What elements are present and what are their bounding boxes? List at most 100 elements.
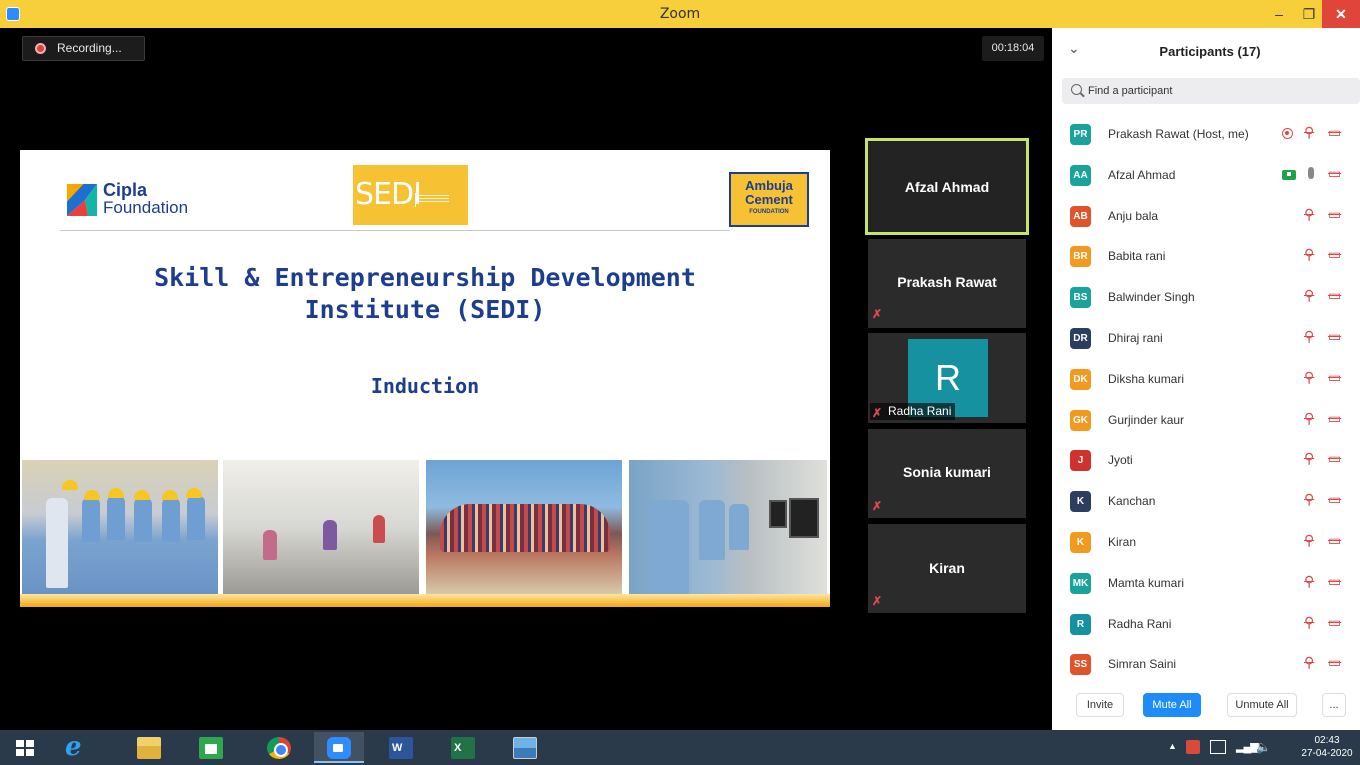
video-tile-name: Kiran (929, 560, 965, 576)
recording-indicator[interactable]: Recording... (22, 36, 145, 61)
cipla-foundation-logo: Cipla Foundation (67, 180, 217, 220)
camera-off-icon[interactable]: ▭ (1328, 491, 1341, 508)
camera-off-icon[interactable]: ▭ (1328, 654, 1341, 671)
muted-mic-icon[interactable]: ⚲ (1304, 287, 1314, 304)
participant-row[interactable]: AA Afzal Ahmad ▭ (1052, 154, 1360, 194)
maximize-button[interactable]: ❐ (1294, 0, 1324, 28)
participant-search[interactable] (1062, 78, 1360, 104)
taskbar-chrome[interactable] (254, 732, 304, 763)
camera-off-icon[interactable]: ▭ (1328, 369, 1341, 386)
muted-mic-icon[interactable]: ⚲ (1304, 491, 1314, 508)
taskbar-photos[interactable] (500, 732, 550, 763)
video-tile[interactable]: Kiran ✗ (868, 524, 1026, 613)
participant-search-input[interactable] (1088, 82, 1348, 100)
camera-off-icon[interactable]: ▭ (1328, 165, 1341, 182)
word-icon: W (389, 737, 413, 759)
start-button[interactable] (6, 732, 46, 763)
taskbar-word[interactable]: W (376, 732, 426, 763)
action-center-flag-icon[interactable] (1186, 740, 1200, 754)
participant-row[interactable]: BR Babita rani ⚲ ▭ (1052, 235, 1360, 275)
participant-name: Gurjinder kaur (1108, 412, 1185, 427)
more-options-button[interactable]: ... (1322, 693, 1346, 717)
muted-mic-icon[interactable]: ⚲ (1304, 369, 1314, 386)
video-tile[interactable]: Afzal Ahmad (865, 138, 1029, 235)
participant-name: Balwinder Singh (1108, 290, 1195, 305)
photos-icon (513, 737, 537, 759)
ambuja-logo-line3: FOUNDATION (749, 209, 789, 215)
taskbar-clock[interactable]: 02:43 27-04-2020 (1294, 734, 1360, 760)
taskbar-zoom[interactable] (314, 732, 364, 763)
participant-name: Kanchan (1108, 494, 1156, 509)
avatar: DK (1070, 368, 1091, 390)
taskbar-store[interactable] (186, 732, 236, 763)
tray-expand-icon[interactable]: ▲ (1168, 741, 1177, 751)
participants-footer: Invite Mute All Unmute All ... (1052, 690, 1360, 730)
search-icon (1071, 84, 1082, 95)
participant-row[interactable]: K Kiran ⚲ ▭ (1052, 521, 1360, 561)
participant-row[interactable]: DK Diksha kumari ⚲ ▭ (1052, 358, 1360, 398)
taskbar-excel[interactable]: X (438, 732, 488, 763)
signal-icon[interactable]: ▂▄▆ (1236, 740, 1259, 753)
video-tile[interactable]: Sonia kumari ✗ (868, 429, 1026, 518)
muted-mic-icon[interactable]: ⚲ (1304, 614, 1314, 631)
network-icon[interactable] (1210, 740, 1226, 754)
photo-workshop-helmets (22, 460, 218, 594)
folder-icon (137, 737, 161, 759)
participant-row[interactable]: BS Balwinder Singh ⚲ ▭ (1052, 276, 1360, 316)
internet-explorer-icon: e (65, 732, 82, 762)
unmute-all-button[interactable]: Unmute All (1227, 693, 1297, 717)
invite-button[interactable]: Invite (1076, 693, 1124, 717)
participant-name: Mamta kumari (1108, 575, 1185, 590)
muted-mic-icon[interactable]: ⚲ (1304, 410, 1314, 427)
avatar: DR (1070, 328, 1091, 349)
camera-off-icon[interactable]: ▭ (1328, 410, 1341, 427)
taskbar-file-explorer[interactable] (124, 732, 174, 763)
participant-name: Babita rani (1108, 249, 1166, 264)
volume-icon[interactable]: 🔈 (1256, 740, 1271, 754)
muted-mic-icon[interactable]: ⚲ (1304, 573, 1314, 590)
avatar: BR (1070, 246, 1091, 268)
participant-row[interactable]: K Kanchan ⚲ ▭ (1052, 480, 1360, 520)
avatar: MK (1070, 572, 1091, 594)
avatar: K (1070, 491, 1091, 513)
participant-row[interactable]: SS Simran Saini ⚲ ▭ (1052, 643, 1360, 683)
muted-mic-icon[interactable]: ⚲ (1304, 124, 1314, 141)
minimize-button[interactable]: – (1264, 0, 1294, 28)
video-tile[interactable]: Prakash Rawat ✗ (868, 239, 1026, 328)
camera-off-icon[interactable]: ▭ (1328, 287, 1341, 304)
camera-off-icon[interactable]: ▭ (1328, 328, 1341, 345)
camera-off-icon[interactable]: ▭ (1328, 246, 1341, 263)
muted-mic-icon[interactable]: ⚲ (1304, 450, 1314, 467)
clock-time: 02:43 (1314, 735, 1340, 746)
camera-off-icon[interactable]: ▭ (1328, 124, 1341, 141)
participant-row[interactable]: DR Dhiraj rani ⚲ ▭ (1052, 317, 1360, 357)
chrome-icon (267, 737, 291, 759)
camera-off-icon[interactable]: ▭ (1328, 614, 1341, 631)
camera-off-icon[interactable]: ▭ (1328, 532, 1341, 549)
participant-row[interactable]: AB Anju bala ⚲ ▭ (1052, 195, 1360, 235)
participant-name: Anju bala (1108, 208, 1159, 223)
muted-mic-icon[interactable]: ⚲ (1304, 328, 1314, 345)
close-button[interactable]: ✕ (1322, 0, 1360, 28)
camera-off-icon[interactable]: ▭ (1328, 573, 1341, 590)
muted-mic-icon[interactable]: ⚲ (1304, 532, 1314, 549)
muted-mic-icon[interactable]: ⚲ (1304, 654, 1314, 671)
sedi-logo-text: SEDI (355, 177, 422, 212)
participant-row[interactable]: MK Mamta kumari ⚲ ▭ (1052, 562, 1360, 602)
slide-divider (60, 230, 730, 231)
muted-mic-icon[interactable]: ⚲ (1304, 206, 1314, 223)
muted-mic-icon: ✗ (872, 406, 883, 420)
camera-off-icon[interactable]: ▭ (1328, 206, 1341, 223)
participant-row[interactable]: R Radha Rani ⚲ ▭ (1052, 603, 1360, 643)
mic-on-icon[interactable] (1308, 166, 1314, 179)
video-tile[interactable]: R Radha Rani ✗ (868, 333, 1026, 423)
store-icon (199, 737, 223, 759)
mute-all-button[interactable]: Mute All (1143, 693, 1201, 717)
participants-panel: ⌄ Participants (17) PR Prakash Rawat (Hos… (1052, 28, 1360, 730)
muted-mic-icon[interactable]: ⚲ (1304, 246, 1314, 263)
taskbar-internet-explorer[interactable]: e (52, 732, 102, 763)
camera-off-icon[interactable]: ▭ (1328, 450, 1341, 467)
participant-row[interactable]: GK Gurjinder kaur ⚲ ▭ (1052, 399, 1360, 439)
participant-row[interactable]: J Jyoti ⚲ ▭ (1052, 439, 1360, 479)
participant-row[interactable]: PR Prakash Rawat (Host, me) ⚲ ▭ (1052, 113, 1360, 153)
